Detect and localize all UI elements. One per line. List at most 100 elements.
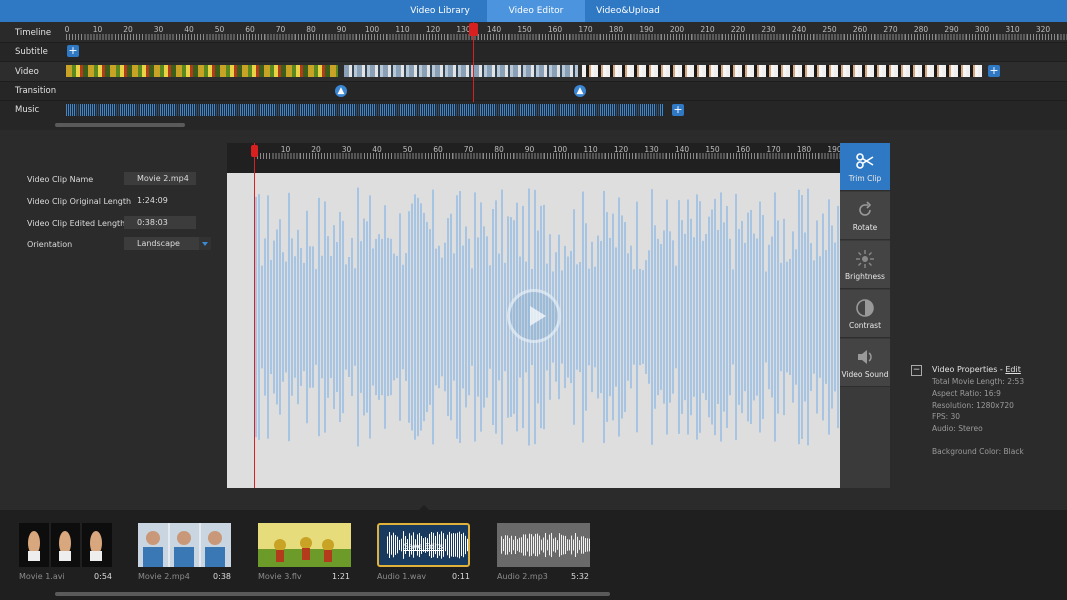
- preview-playhead[interactable]: [254, 143, 255, 488]
- waveform-bar: [282, 252, 284, 382]
- waveform-bar: [675, 265, 677, 369]
- play-button[interactable]: [507, 289, 561, 343]
- aspect-ratio-text: Aspect Ratio: 16:9: [932, 389, 1001, 398]
- trim-clip-button[interactable]: Trim Clip: [840, 143, 890, 191]
- tab-video-library[interactable]: Video Library: [392, 0, 488, 22]
- add-video-button[interactable]: +: [988, 65, 1000, 77]
- waveform-bar: [756, 238, 758, 396]
- transition-marker-icon[interactable]: ▲: [574, 85, 586, 97]
- waveform-bar: [393, 253, 395, 381]
- edit-properties-link[interactable]: Edit: [1005, 365, 1021, 374]
- transition-marker-icon[interactable]: ▲: [335, 85, 347, 97]
- video-clip-movie-3[interactable]: [66, 65, 338, 77]
- waveform-bar: [399, 213, 401, 421]
- tab-video-upload[interactable]: Video&Upload: [585, 0, 671, 22]
- video-label: Video: [15, 67, 39, 77]
- clip-name-field[interactable]: Movie 2.mp4: [124, 172, 196, 185]
- music-waveform[interactable]: [66, 104, 664, 116]
- waveform-bar: [565, 535, 566, 555]
- ruler-number: 20: [311, 145, 321, 154]
- preview-playhead-handle[interactable]: [251, 145, 258, 157]
- waveform-bar: [672, 240, 674, 394]
- waveform-bar: [657, 238, 659, 396]
- waveform-bar: [648, 250, 650, 384]
- timeline-playhead-handle[interactable]: [469, 23, 478, 36]
- waveform-bar: [678, 200, 680, 434]
- media-thumb-audio-1[interactable]: Save Edits: [377, 523, 470, 567]
- add-subtitle-button[interactable]: +: [67, 45, 79, 57]
- add-music-button[interactable]: +: [672, 104, 684, 116]
- edited-length-field[interactable]: 0:38:03: [124, 216, 196, 229]
- ruler-number: 160: [735, 145, 751, 154]
- waveform-bar: [312, 246, 314, 388]
- contrast-button[interactable]: Contrast: [840, 290, 890, 338]
- ruler-number: 320: [1035, 25, 1051, 34]
- waveform-bar: [539, 535, 540, 555]
- orientation-select[interactable]: Landscape: [124, 237, 211, 250]
- subtitle-label: Subtitle: [15, 47, 48, 57]
- rotate-button[interactable]: Rotate: [840, 192, 890, 240]
- media-duration: 0:38: [213, 572, 231, 581]
- waveform-bar: [577, 536, 578, 554]
- waveform-bar: [551, 532, 552, 558]
- save-edits-button[interactable]: Save Edits: [379, 542, 468, 551]
- ruler-number: 170: [578, 25, 593, 34]
- waveform-bar: [581, 536, 582, 554]
- waveform-bar: [585, 223, 587, 411]
- waveform-bar: [405, 253, 407, 381]
- tab-video-editor[interactable]: Video Editor: [487, 0, 585, 22]
- scissors-icon: [856, 153, 874, 169]
- chevron-down-icon[interactable]: [199, 237, 211, 250]
- waveform-bar: [423, 212, 425, 422]
- media-thumb-movie-3[interactable]: [258, 523, 351, 567]
- waveform-bar: [417, 197, 419, 437]
- collapse-button[interactable]: −: [911, 365, 922, 376]
- waveform-bar: [819, 256, 821, 378]
- brightness-button[interactable]: Brightness: [840, 241, 890, 289]
- waveform-bar: [747, 212, 749, 422]
- brightness-icon: [856, 250, 874, 268]
- ruler-number: 20: [123, 25, 133, 34]
- media-bin: Movie 1.avi 0:54 Movie 2.mp4 0:38 Movie …: [0, 510, 1067, 600]
- ruler-number: 50: [402, 145, 413, 154]
- waveform-bar: [309, 246, 311, 388]
- video-sound-button[interactable]: Video Sound: [840, 339, 890, 387]
- waveform-bar: [612, 213, 614, 421]
- ruler-number: 210: [700, 25, 715, 34]
- media-thumb-movie-2[interactable]: [138, 523, 231, 567]
- row-divider: [0, 42, 1067, 43]
- orientation-value: Landscape: [137, 239, 180, 248]
- ruler-number: 180: [796, 145, 812, 154]
- ruler-number: 40: [372, 145, 382, 154]
- speaker-icon: [858, 350, 872, 364]
- ruler-number: 280: [913, 25, 929, 34]
- video-clip-movie-1[interactable]: [582, 65, 982, 77]
- waveform-bar: [345, 264, 347, 370]
- waveform-bar: [387, 237, 389, 397]
- waveform-bar: [255, 196, 257, 438]
- waveform-bar: [666, 199, 668, 435]
- media-bin-scrollbar[interactable]: [55, 592, 610, 596]
- waveform-bar: [450, 213, 452, 421]
- timeline-scrollbar[interactable]: [55, 123, 185, 127]
- waveform-bar: [339, 211, 341, 423]
- waveform-bar: [825, 250, 827, 384]
- contrast-icon: [856, 299, 874, 317]
- waveform-bar: [693, 237, 695, 397]
- waveform-bar: [459, 191, 461, 443]
- waveform-bar: [447, 218, 449, 416]
- media-name: Audio 1.wav: [377, 572, 427, 581]
- video-clip-movie-2[interactable]: [344, 65, 578, 77]
- waveform-bar: [390, 238, 392, 396]
- waveform-bar: [801, 195, 803, 439]
- media-thumb-audio-2[interactable]: [497, 523, 590, 567]
- video-properties-title: Video Properties - Edit: [932, 365, 1021, 374]
- flower-field-thumbnail: [258, 523, 351, 567]
- edit-tools-panel: Trim Clip Rotate Brightness Contrast Vid…: [840, 143, 890, 488]
- waveform-bar: [702, 240, 704, 394]
- waveform-bar: [426, 221, 428, 413]
- waveform-bar: [306, 210, 308, 424]
- waveform-bar: [786, 261, 788, 373]
- media-thumb-movie-1[interactable]: [19, 523, 112, 567]
- waveform-bar: [669, 231, 671, 403]
